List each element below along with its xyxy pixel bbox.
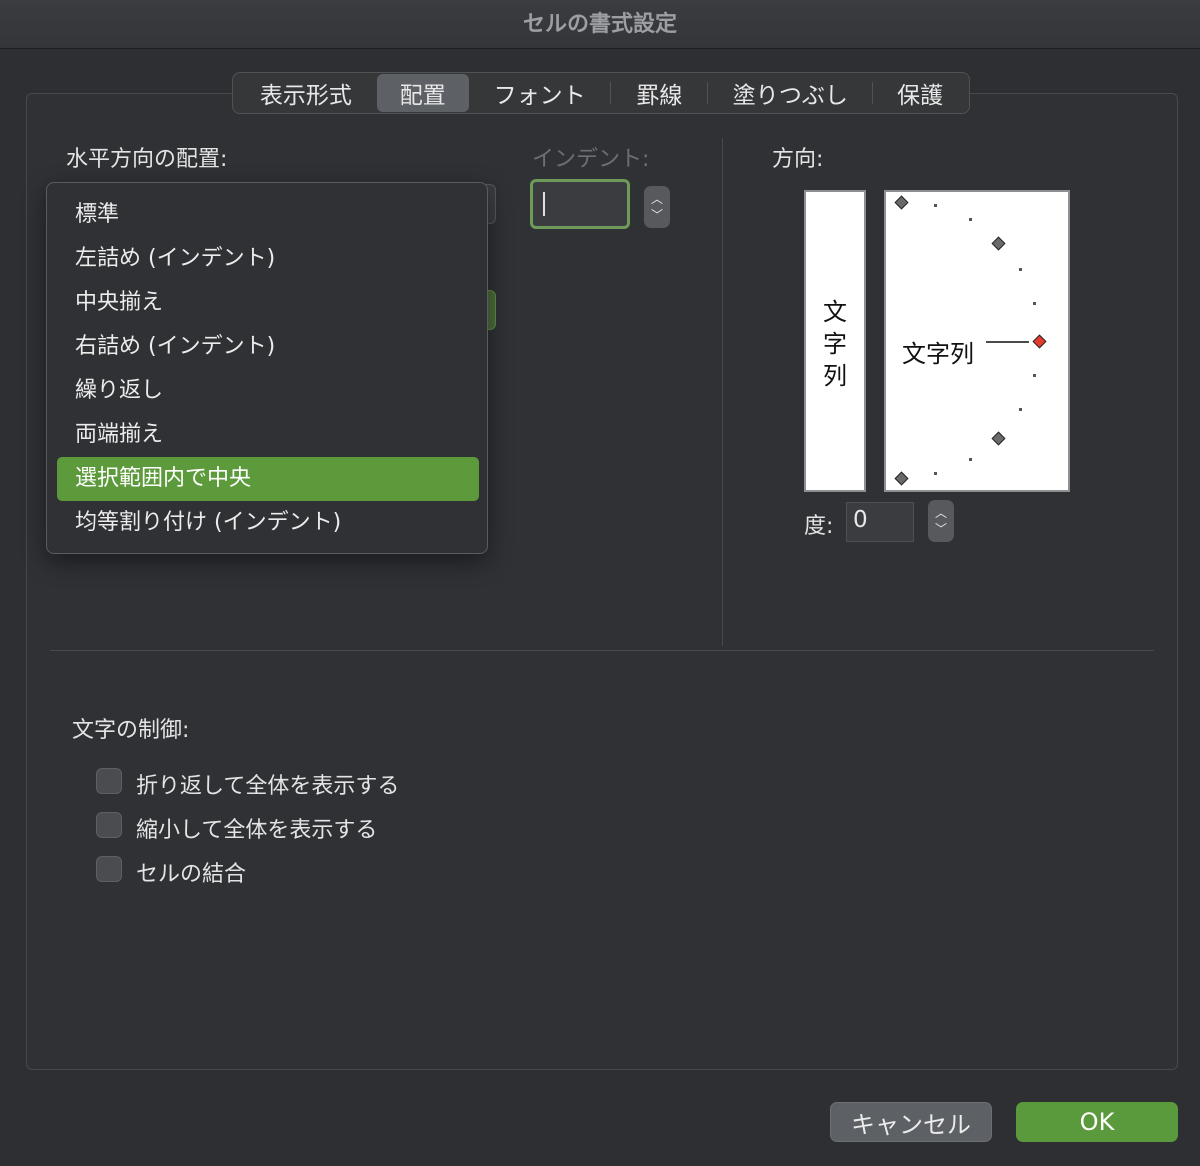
menu-item[interactable]: 両端揃え (57, 413, 479, 457)
wrap-text-checkbox[interactable] (96, 768, 122, 794)
menu-item[interactable]: 標準 (57, 193, 479, 237)
orientation-dial[interactable]: 文字列 (884, 190, 1070, 492)
tab-border[interactable]: 罫線 (611, 74, 707, 112)
text-caret (543, 192, 545, 216)
degree-stepper[interactable]: ︿ ﹀ (928, 500, 954, 542)
indent-stepper[interactable]: ︿ ﹀ (644, 186, 670, 228)
indent-label: インデント: (532, 147, 650, 172)
tab-number-format[interactable]: 表示形式 (235, 74, 377, 112)
vertical-char: 文 (823, 298, 847, 326)
menu-item[interactable]: 均等割り付け (インデント) (57, 501, 479, 545)
degree-label: 度: (804, 514, 834, 539)
chevron-down-icon[interactable]: ﹀ (935, 521, 947, 537)
title-bar: セルの書式設定 (0, 0, 1200, 49)
text-control-label: 文字の制御: (72, 718, 190, 743)
tab-alignment[interactable]: 配置 (376, 74, 469, 112)
degree-input[interactable]: 0 (846, 502, 914, 542)
menu-item[interactable]: 右詰め (インデント) (57, 325, 479, 369)
horizontal-text-sample: 文字列 (902, 340, 974, 368)
wrap-text-label[interactable]: 折り返して全体を表示する (136, 768, 399, 800)
vertical-text-sample: 文 字 列 (806, 296, 864, 392)
orientation-label: 方向: (772, 147, 824, 172)
vertical-char: 字 (823, 330, 847, 358)
chevron-down-icon[interactable]: ﹀ (651, 207, 663, 223)
menu-item[interactable]: 繰り返し (57, 369, 479, 413)
chevron-up-icon[interactable]: ︿ (651, 191, 663, 207)
vertical-char: 列 (823, 362, 847, 390)
menu-item[interactable]: 中央揃え (57, 281, 479, 325)
shrink-to-fit-label[interactable]: 縮小して全体を表示する (136, 812, 377, 844)
tab-bar: 表示形式 配置 フォント 罫線 塗りつぶし 保護 (232, 72, 970, 114)
merge-cells-label[interactable]: セルの結合 (136, 856, 246, 888)
merge-cells-checkbox[interactable] (96, 856, 122, 882)
horizontal-alignment-label: 水平方向の配置: (66, 147, 228, 172)
indent-input[interactable] (530, 179, 630, 229)
shrink-to-fit-checkbox[interactable] (96, 812, 122, 838)
tab-font[interactable]: フォント (469, 74, 611, 112)
tab-fill[interactable]: 塗りつぶし (708, 74, 872, 112)
cancel-button[interactable]: キャンセル (830, 1102, 992, 1142)
chevron-up-icon[interactable]: ︿ (935, 505, 947, 521)
section-divider (50, 650, 1154, 651)
vertical-text-orientation-button[interactable]: 文 字 列 (804, 190, 866, 492)
menu-item[interactable]: 左詰め (インデント) (57, 237, 479, 281)
tab-protection[interactable]: 保護 (873, 74, 967, 112)
section-divider (722, 138, 723, 646)
horizontal-alignment-menu: 標準 左詰め (インデント) 中央揃え 右詰め (インデント) 繰り返し 両端揃… (46, 182, 488, 554)
ok-button[interactable]: OK (1016, 1102, 1178, 1142)
window-title: セルの書式設定 (522, 12, 677, 37)
menu-item-selected[interactable]: 選択範囲内で中央 (57, 457, 479, 501)
